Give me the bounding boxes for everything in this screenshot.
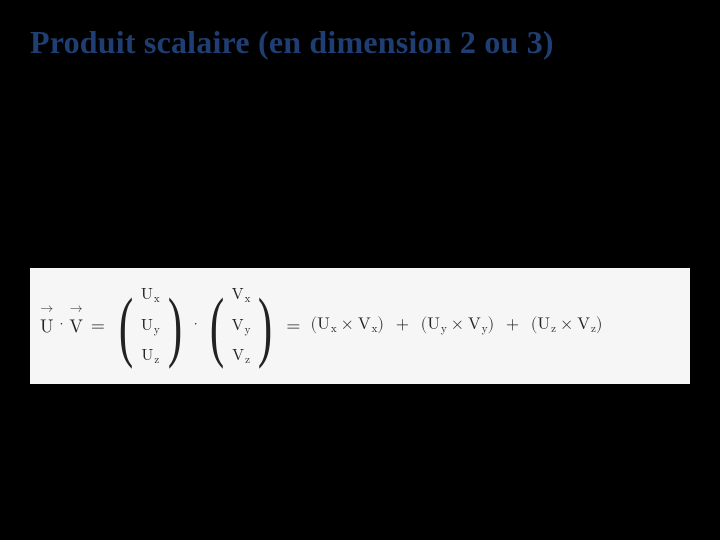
- plus-sign: +: [506, 316, 519, 333]
- term-ux: Ux: [317, 316, 337, 333]
- vector-v-letter: V: [69, 318, 83, 336]
- expanded-sum: (Ux×Vx) + (Uy×Vy) + (Uz×Vz): [310, 315, 602, 336]
- times-icon: ×: [341, 316, 354, 333]
- equals-sign: =: [286, 315, 300, 337]
- dot-product-formula: → U · → V = ( Ux Uy Uz ) · (: [40, 280, 603, 373]
- dot-operator: ·: [60, 315, 64, 332]
- vector-arrow-icon: →: [70, 302, 83, 315]
- right-paren-icon: ): [258, 291, 272, 361]
- vector-arrow-icon: →: [40, 302, 53, 315]
- times-icon: ×: [451, 316, 464, 333]
- term-vx: Vx: [358, 316, 378, 333]
- term-vz: Vz: [577, 316, 596, 333]
- times-icon: ×: [560, 316, 573, 333]
- formula-box: → U · → V = ( Ux Uy Uz ) · (: [30, 268, 690, 384]
- term-paren-close: ): [377, 316, 384, 333]
- u-z: Uz: [141, 341, 159, 372]
- column-vector-v: ( Vx Vy Vz ): [204, 280, 279, 373]
- vector-v: → V: [69, 314, 83, 338]
- right-paren-icon: ): [168, 291, 182, 361]
- vector-u: → U: [40, 314, 54, 338]
- v-x: Vx: [232, 280, 251, 311]
- term-paren-close: ): [596, 316, 603, 333]
- slide-title: Produit scalaire (en dimension 2 ou 3): [30, 24, 554, 61]
- left-paren-icon: (: [119, 291, 133, 361]
- column-vector-u: ( Ux Uy Uz ): [113, 280, 188, 373]
- plus-sign: +: [396, 316, 409, 333]
- left-paren-icon: (: [209, 291, 223, 361]
- u-x: Ux: [141, 280, 160, 311]
- term-uz: Uz: [537, 316, 556, 333]
- dot-operator: ·: [194, 315, 198, 332]
- equals-sign: =: [91, 315, 105, 337]
- slide: Produit scalaire (en dimension 2 ou 3) →…: [0, 0, 720, 540]
- v-y: Vy: [232, 311, 251, 342]
- term-paren-close: ): [488, 316, 495, 333]
- v-components: Vx Vy Vz: [232, 280, 251, 373]
- vector-u-letter: U: [40, 318, 54, 336]
- v-z: Vz: [232, 341, 250, 372]
- u-components: Ux Uy Uz: [141, 280, 160, 373]
- term-vy: Vy: [468, 316, 488, 333]
- term-uy: Uy: [427, 316, 447, 333]
- u-y: Uy: [141, 311, 160, 342]
